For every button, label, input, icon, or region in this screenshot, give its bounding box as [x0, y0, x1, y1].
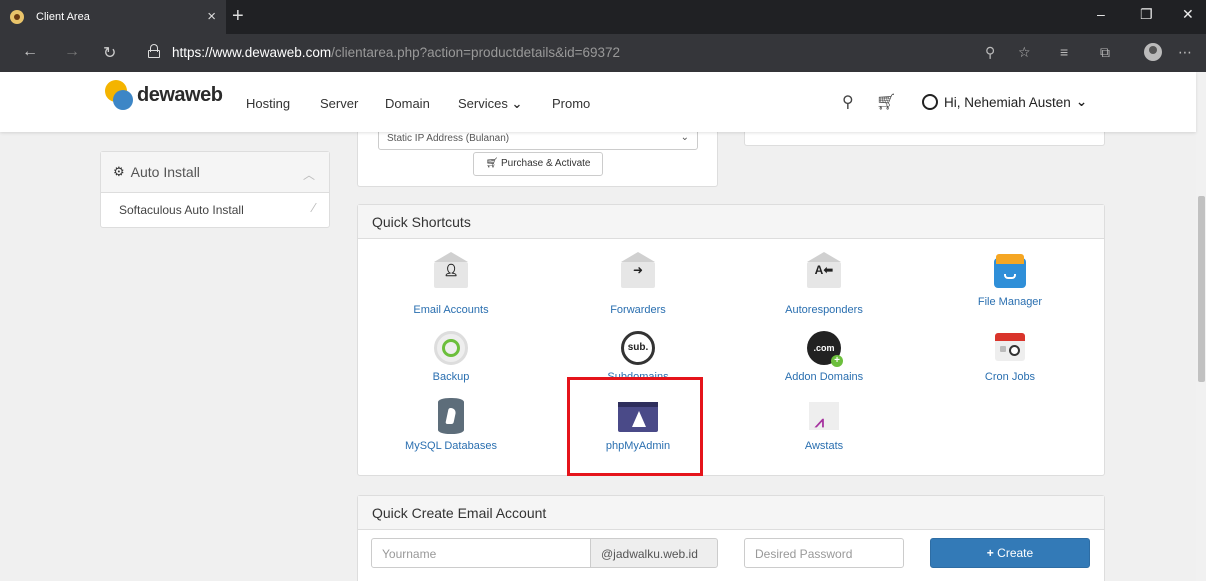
user-icon — [922, 94, 938, 110]
create-label: Create — [997, 546, 1034, 560]
site-favicon-icon — [10, 10, 24, 24]
browser-tab-bar: Client Area × + – ❐ ✕ — [0, 0, 1206, 34]
email-domain-suffix: @jadwalku.web.id — [590, 538, 718, 568]
logo-mark-icon — [103, 80, 133, 110]
shortcut-autoresponders[interactable]: A⬅ Autoresponders — [734, 252, 914, 316]
purchase-activate-button[interactable]: 🛒︎ Purchase & Activate — [473, 152, 603, 176]
site-header: dewaweb Hosting Server Domain Services ⌄… — [0, 72, 1196, 132]
url-path: /clientarea.php?action=productdetails&id… — [331, 45, 621, 60]
shortcut-cron-jobs[interactable]: Cron Jobs — [920, 329, 1100, 383]
page-scrollbar-thumb[interactable] — [1198, 196, 1205, 382]
shortcut-addon-domains[interactable]: .com + Addon Domains — [734, 329, 914, 383]
sidebar-title: Auto Install — [130, 164, 200, 180]
nav-promo[interactable]: Promo — [552, 96, 590, 111]
subdomains-icon-text: sub. — [621, 331, 655, 365]
shortcut-label: Autoresponders — [785, 304, 863, 316]
shortcut-label: Awstats — [804, 440, 844, 452]
zoom-icon[interactable]: ⚲ — [985, 44, 995, 61]
quick-create-email-title: Quick Create Email Account — [358, 496, 1104, 530]
minimize-button[interactable]: – — [1097, 6, 1105, 22]
lock-icon — [148, 44, 160, 58]
shortcut-label: File Manager — [977, 296, 1043, 308]
shortcut-file-manager[interactable]: File Manager — [920, 254, 1100, 308]
collections-icon[interactable]: ⧉ — [1100, 44, 1110, 61]
shortcut-label: Cron Jobs — [984, 371, 1036, 383]
sidebar-item-softaculous[interactable]: Softaculous Auto Install ⁄ — [101, 193, 329, 217]
gear-icon: ⚙ — [113, 164, 125, 179]
shortcut-forwarders[interactable]: ➜ Forwarders — [548, 252, 728, 316]
shortcut-backup[interactable]: Backup — [361, 329, 541, 383]
shortcut-awstats[interactable]: ⩘ Awstats — [734, 398, 914, 452]
awstats-icon: ⩘ — [807, 398, 841, 434]
favorite-star-icon[interactable]: ☆ — [1018, 44, 1031, 61]
nav-services-label: Services — [458, 96, 508, 111]
shortcut-email-accounts[interactable]: 👤︎ Email Accounts — [361, 252, 541, 316]
forwarders-icon: ➜ — [621, 252, 655, 298]
chevron-down-icon: ⌄ — [1075, 94, 1088, 109]
close-window-button[interactable]: ✕ — [1182, 6, 1194, 23]
cron-jobs-icon — [993, 329, 1027, 365]
nav-domain[interactable]: Domain — [385, 96, 430, 111]
url-field[interactable]: https://www.dewaweb.com/clientarea.php?a… — [172, 45, 620, 60]
magic-wand-icon: ⁄ — [312, 200, 315, 215]
subdomains-icon: sub. — [621, 329, 655, 365]
shortcut-label: Addon Domains — [784, 371, 864, 383]
refresh-icon[interactable]: ↻ — [103, 43, 116, 63]
tab-close-icon[interactable]: × — [207, 8, 216, 25]
shortcut-label: Backup — [432, 371, 470, 383]
shortcut-subdomains[interactable]: sub. Subdomains — [548, 329, 728, 383]
plus-icon: + — [986, 546, 994, 560]
autoresponders-icon: A⬅ — [807, 252, 841, 298]
backup-icon — [434, 329, 468, 365]
maximize-button[interactable]: ❐ — [1140, 6, 1153, 23]
browser-address-bar: ← → ↻ https://www.dewaweb.com/clientarea… — [0, 34, 1206, 72]
shortcut-label: Forwarders — [610, 304, 666, 316]
addon-domains-icon: .com + — [807, 329, 843, 367]
email-password-input[interactable]: Desired Password — [744, 538, 904, 568]
new-tab-button[interactable]: + — [232, 5, 244, 28]
purchase-label: Purchase & Activate — [500, 158, 591, 169]
profile-avatar-icon[interactable] — [1144, 43, 1162, 61]
search-icon[interactable]: ⚲ — [842, 92, 854, 112]
logo-text: dewaweb — [137, 83, 223, 106]
chevron-down-icon: ⌄ — [511, 96, 523, 111]
back-arrow-icon[interactable]: ← — [22, 43, 38, 61]
file-manager-icon — [993, 254, 1027, 290]
addon-select-value: Static IP Address (Bulanan) — [387, 133, 510, 144]
shortcut-label: MySQL Databases — [405, 440, 497, 452]
email-username-input[interactable]: Yourname — [371, 538, 591, 568]
email-accounts-icon: 👤︎ — [434, 252, 468, 298]
chevron-up-icon[interactable]: ︿ — [303, 166, 315, 183]
forward-arrow-icon[interactable]: → — [64, 43, 80, 61]
sidebar-auto-install: ⚙ Auto Install ︿ Softaculous Auto Instal… — [100, 151, 330, 228]
tab-title: Client Area — [36, 11, 90, 23]
user-greeting: Hi, Nehemiah Austen — [944, 94, 1071, 110]
mysql-databases-icon — [434, 398, 468, 434]
addon-purchase-panel: Static IP Address (Bulanan) ⌄ 🛒︎ Purchas… — [357, 126, 718, 187]
addon-icon-text: .com — [813, 343, 835, 353]
highlight-box — [567, 377, 703, 476]
more-menu-icon[interactable]: ⋯ — [1178, 44, 1192, 61]
plus-icon: + — [831, 355, 843, 367]
cart-icon: 🛒︎ — [485, 158, 499, 169]
create-email-button[interactable]: + Create — [930, 538, 1090, 568]
chevron-down-icon: ⌄ — [680, 132, 689, 143]
browser-tab[interactable]: Client Area × — [0, 0, 226, 34]
dewaweb-logo[interactable]: dewaweb — [103, 80, 223, 110]
nav-server[interactable]: Server — [320, 96, 358, 111]
nav-hosting[interactable]: Hosting — [246, 96, 290, 111]
cart-icon[interactable]: 🛒︎ — [876, 92, 896, 112]
nav-services[interactable]: Services ⌄ — [458, 96, 522, 112]
quick-shortcuts-title: Quick Shortcuts — [358, 205, 1104, 239]
sidebar-header[interactable]: ⚙ Auto Install ︿ — [101, 152, 329, 193]
user-menu[interactable]: Hi, Nehemiah Austen ⌄ — [922, 94, 1087, 110]
url-host: https://www.dewaweb.com — [172, 45, 332, 60]
shortcut-mysql-databases[interactable]: MySQL Databases — [361, 398, 541, 452]
sidebar-item-label: Softaculous Auto Install — [119, 203, 244, 217]
favorites-list-icon[interactable]: ≡ — [1060, 44, 1068, 60]
shortcut-label: Email Accounts — [413, 304, 489, 316]
